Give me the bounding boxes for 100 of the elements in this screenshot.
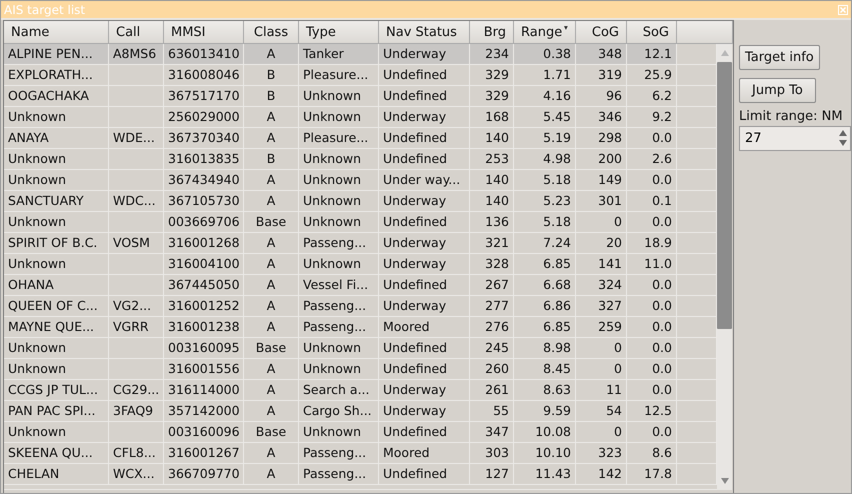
table-cell: Underway [379, 44, 470, 64]
table-row[interactable]: QUEEN OF C... VG2... 316001252 A Passeng... Underway 277 6.86 327 0.0 [4, 296, 717, 317]
table-cell: PAN PAC SPI... [4, 401, 109, 421]
table-cell: 329 [470, 86, 514, 106]
table-row[interactable]: Unknown 256029000 A Unknown Underway 168 5.45 346 9.2 [4, 107, 717, 128]
table-cell: 6.85 [514, 254, 576, 274]
table-cell: Unknown [299, 170, 379, 190]
table-cell: 367370340 [164, 128, 244, 148]
table-cell: A [244, 44, 299, 64]
table-cell: 12.5 [627, 401, 677, 421]
table-cell: CFL8... [109, 443, 164, 463]
table-row[interactable]: ALPINE PEN... A8MS6 636013410 A Tanker Underway 234 0.38 348 12.1 [4, 44, 717, 65]
table-cell: Cargo Sh... [299, 401, 379, 421]
table-cell: 316001238 [164, 317, 244, 337]
table-cell: 328 [470, 254, 514, 274]
table-row[interactable]: Unknown 316001556 A Unknown Undefined 260 8.45 0 0.0 [4, 359, 717, 380]
table-row[interactable]: OHANA 367445050 A Vessel Fi... Undefined 267 6.68 324 0.0 [4, 275, 717, 296]
table-cell: B [244, 149, 299, 169]
table-cell: CCGS JP TUL... [4, 380, 109, 400]
scrollbar-thumb[interactable] [717, 62, 732, 328]
table-row[interactable]: ANAYA WDE... 367370340 A Pleasure... Undefined 140 5.19 298 0.0 [4, 128, 717, 149]
scroll-up-icon[interactable] [720, 50, 728, 56]
column-header[interactable]: CoG [576, 21, 627, 44]
column-header[interactable]: SoG [627, 21, 677, 44]
table-row[interactable]: SANCTUARY WDC... 367105730 A Unknown Underway 140 5.23 301 0.1 [4, 191, 717, 212]
scroll-down-icon[interactable] [720, 478, 728, 484]
table-row[interactable]: SPIRIT OF B.C. VOSM 316001268 A Passeng... Underway 321 7.24 20 18.9 [4, 233, 717, 254]
table-row[interactable]: MAYNE QUE... VGRR 316001238 A Passeng... Moored 276 6.85 259 0.0 [4, 317, 717, 338]
table-cell: Unknown [299, 254, 379, 274]
table-row[interactable]: PAN PAC SPI... 3FAQ9 357142000 A Cargo Sh... Underway 55 9.59 54 12.5 [4, 401, 717, 422]
table-row[interactable]: CCGS JP TUL... CG29... 316114000 A Search a... Underway 261 8.63 11 0.0 [4, 380, 717, 401]
table-cell: 0.0 [627, 128, 677, 148]
table-cell: Under way... [379, 170, 470, 190]
table-cell: 316114000 [164, 380, 244, 400]
vertical-scrollbar[interactable] [717, 44, 732, 490]
table-cell: 347 [470, 422, 514, 442]
table-cell: 0 [576, 359, 627, 379]
table-cell: QUEEN OF C... [4, 296, 109, 316]
table-row[interactable]: Unknown 003160095 Base Unknown Undefined 245 8.98 0 0.0 [4, 338, 717, 359]
table-cell: ALPINE PEN... [4, 44, 109, 64]
column-header[interactable]: Class [244, 21, 299, 44]
table-row[interactable]: Unknown 003160096 Base Unknown Undefined 347 10.08 0 0.0 [4, 422, 717, 443]
spin-arrows-icon[interactable] [839, 128, 847, 148]
table-cell: 0 [576, 338, 627, 358]
table-cell: WDE... [109, 128, 164, 148]
action-button[interactable]: Jump To [739, 78, 816, 103]
table-row[interactable]: SKEENA QU... CFL8... 316001267 A Passeng... Moored 303 10.10 323 8.6 [4, 443, 717, 464]
table-cell: 267 [470, 275, 514, 295]
table-cell: Underway [379, 233, 470, 253]
column-header[interactable]: Name [4, 21, 109, 44]
table-cell: Unknown [299, 107, 379, 127]
table-row[interactable]: Unknown 316004100 A Unknown Underway 328 6.85 141 11.0 [4, 254, 717, 275]
table-row[interactable]: Unknown 003669706 Base Unknown Undefined 136 5.18 0 0.0 [4, 212, 717, 233]
table-cell: 20 [576, 233, 627, 253]
table-row[interactable]: Unknown 316013835 B Unknown Undefined 253 4.98 200 2.6 [4, 149, 717, 170]
table-row[interactable]: Unknown 367434940 A Unknown Under way... 140 5.18 149 0.0 [4, 170, 717, 191]
table-row[interactable]: EXPLORATH... 316008046 B Pleasure... Undefined 329 1.71 319 25.9 [4, 65, 717, 86]
table-cell: 0.0 [627, 380, 677, 400]
column-header[interactable]: Call [109, 21, 164, 44]
table-cell: 0.0 [627, 317, 677, 337]
action-button[interactable]: Target info [739, 45, 820, 70]
table-cell: 261 [470, 380, 514, 400]
column-header[interactable]: Range [514, 21, 576, 44]
table-cell: 200 [576, 149, 627, 169]
column-header [677, 21, 733, 44]
table-cell: 0 [576, 212, 627, 232]
table-cell: 149 [576, 170, 627, 190]
table-cell: 316001268 [164, 233, 244, 253]
table-cell: OOGACHAKA [4, 86, 109, 106]
table-cell: 5.45 [514, 107, 576, 127]
table-cell: Underway [379, 380, 470, 400]
table-cell: 9.59 [514, 401, 576, 421]
table-cell: Tanker [299, 44, 379, 64]
table-cell: Undefined [379, 149, 470, 169]
table-cell: 003160095 [164, 338, 244, 358]
table-cell: Unknown [299, 191, 379, 211]
table-cell: Base [244, 212, 299, 232]
table-cell: 10.08 [514, 422, 576, 442]
table-cell: A [244, 296, 299, 316]
table-cell: 3FAQ9 [109, 401, 164, 421]
table-cell: 298 [576, 128, 627, 148]
column-header[interactable]: Type [299, 21, 379, 44]
table-cell: WDC... [109, 191, 164, 211]
range-spinbox[interactable]: 27 [739, 126, 851, 151]
table-row[interactable]: CHELAN WCX... 366709770 A Passeng... Undefined 127 11.43 142 17.8 [4, 464, 717, 485]
table-cell: 5.23 [514, 191, 576, 211]
table-cell: 324 [576, 275, 627, 295]
column-header[interactable]: Brg [470, 21, 514, 44]
table-cell: 54 [576, 401, 627, 421]
table-cell: EXPLORATH... [4, 65, 109, 85]
column-header[interactable]: Nav Status [379, 21, 470, 44]
column-header[interactable]: MMSI [164, 21, 244, 44]
table-cell: 234 [470, 44, 514, 64]
table-row[interactable]: OOGACHAKA 367517170 B Unknown Undefined 329 4.16 96 6.2 [4, 86, 717, 107]
table-cell: 11.0 [627, 254, 677, 274]
table-cell: Unknown [4, 422, 109, 442]
table-cell: 127 [470, 464, 514, 484]
table-cell: Undefined [379, 359, 470, 379]
table-cell: CG29... [109, 380, 164, 400]
table-cell: 367517170 [164, 86, 244, 106]
